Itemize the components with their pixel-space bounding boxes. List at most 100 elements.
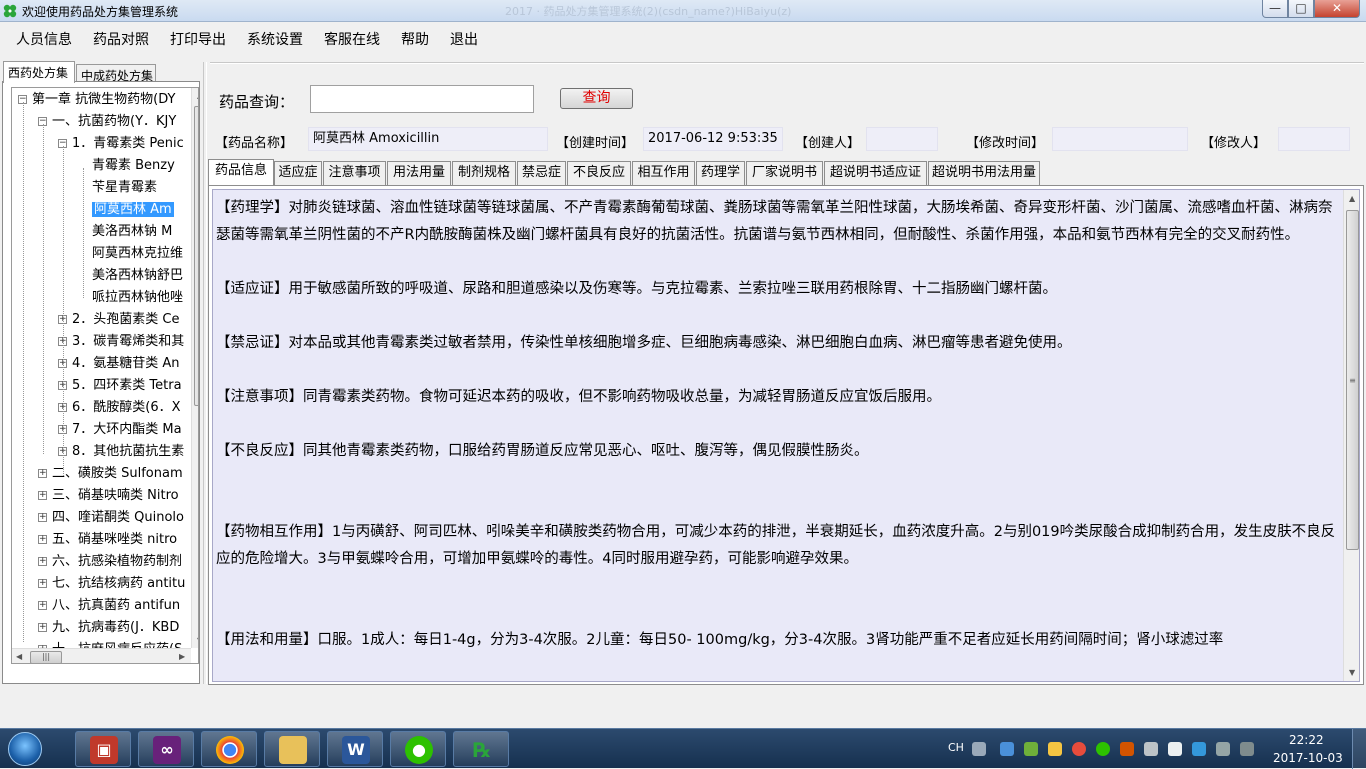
tree-node[interactable]: +2．头孢菌素类 Ce [58, 310, 179, 330]
content-vertical-scrollbar[interactable]: ▲ ≡ ▼ [1343, 190, 1359, 681]
tree-node[interactable]: + 八、抗真菌药 antifun [38, 596, 180, 616]
drug-tree[interactable]: − 第一章 抗微生物药物(DY − 一、抗菌药物(Y．KJY −1．青霉素类 Penic… [11, 87, 199, 664]
tree-node[interactable]: 美洛西林钠舒巴 [78, 266, 183, 286]
menu-customer-service[interactable]: 客服在线 [324, 29, 380, 49]
close-button[interactable]: ✕ [1314, 0, 1360, 18]
taskbar-wechat[interactable]: ● [390, 731, 446, 767]
menu-drug-compare[interactable]: 药品对照 [93, 29, 149, 49]
tree-node[interactable]: + 三、硝基呋喃类 Nitro [38, 486, 179, 506]
start-button[interactable] [8, 732, 42, 766]
tab-interactions[interactable]: 相互作用 [632, 161, 695, 185]
tree-node[interactable]: 阿莫西林克拉维 [78, 244, 183, 264]
wechat-tray-icon[interactable] [1096, 742, 1110, 756]
tab-contraindications[interactable]: 禁忌症 [517, 161, 566, 185]
menu-personnel[interactable]: 人员信息 [16, 29, 72, 49]
tab-off-label-dosage[interactable]: 超说明书用法用量 [928, 161, 1040, 185]
volume-icon[interactable] [1216, 742, 1230, 756]
tree-node[interactable]: +6．酰胺醇类(6．X [58, 398, 181, 418]
tree-horizontal-scrollbar[interactable]: ◀ ||| ▶ [12, 648, 191, 663]
tab-dosage[interactable]: 用法用量 [387, 161, 451, 185]
tree-horizontal-scroll-thumb[interactable]: ||| [30, 651, 62, 663]
tray-app-icon[interactable] [1240, 742, 1254, 756]
expand-icon[interactable]: + [38, 513, 47, 522]
content-scroll-up-icon[interactable]: ▲ [1349, 194, 1355, 203]
tab-adverse-reactions[interactable]: 不良反应 [567, 161, 631, 185]
tree-node[interactable]: +4．氨基糖苷类 An [58, 354, 180, 374]
taskbar-chrome[interactable] [201, 731, 257, 767]
clock-time[interactable]: 22:22 [1289, 733, 1324, 747]
tree-node[interactable]: + 九、抗病毒药(J．KBD [38, 618, 179, 638]
keyboard-icon[interactable] [972, 742, 986, 756]
taskbar-rx-app[interactable]: ℞ [453, 731, 509, 767]
tree-node[interactable]: +3．碳青霉烯类和其 [58, 332, 184, 352]
taskbar-toolbox[interactable]: ▣ [75, 731, 131, 767]
expand-icon[interactable]: + [38, 491, 47, 500]
taskbar-word[interactable]: W [327, 731, 383, 767]
tab-indications[interactable]: 适应症 [274, 161, 322, 185]
content-scroll-down-icon[interactable]: ▼ [1349, 668, 1355, 677]
scroll-right-icon[interactable]: ▶ [179, 652, 185, 661]
tray-app-icon[interactable] [1168, 742, 1182, 756]
expand-icon[interactable]: + [38, 579, 47, 588]
tree-node[interactable]: + 四、喹诺酮类 Quinolo [38, 508, 184, 528]
taskbar-file-explorer[interactable] [264, 731, 320, 767]
expand-icon[interactable]: + [38, 623, 47, 632]
tab-precautions[interactable]: 注意事项 [323, 161, 386, 185]
menu-help[interactable]: 帮助 [401, 29, 429, 49]
expand-icon[interactable]: + [38, 535, 47, 544]
clock-date[interactable]: 2017-10-03 [1273, 751, 1343, 765]
tree-node[interactable]: +5．四环素类 Tetra [58, 376, 182, 396]
minimize-button[interactable]: — [1262, 0, 1288, 18]
tree-node-selected[interactable]: 阿莫西林 Am [78, 200, 174, 220]
tree-node[interactable]: +8．其他抗菌抗生素 [58, 442, 184, 462]
tree-vertical-scroll-thumb[interactable] [194, 106, 198, 406]
tree-node[interactable]: + 五、硝基咪唑类 nitro [38, 530, 177, 550]
tray-app-icon[interactable] [1120, 742, 1134, 756]
tab-western-prescriptions[interactable]: 西药处方集 [3, 61, 75, 83]
tree-node[interactable]: 苄星青霉素 [78, 178, 157, 198]
menu-exit[interactable]: 退出 [450, 29, 478, 49]
tree-node[interactable]: − 第一章 抗微生物药物(DY [18, 90, 175, 110]
tab-off-label-indications[interactable]: 超说明书适应证 [824, 161, 927, 185]
expand-icon[interactable]: + [38, 469, 47, 478]
tab-pharmacology[interactable]: 药理学 [696, 161, 745, 185]
tray-app-icon[interactable] [1072, 742, 1086, 756]
tree-node[interactable]: +7．大环内酯类 Ma [58, 420, 182, 440]
expand-icon[interactable]: + [38, 557, 47, 566]
tab-chinese-prescriptions[interactable]: 中成药处方集 [76, 64, 156, 83]
language-indicator[interactable]: CH [948, 741, 964, 754]
query-button[interactable]: 查询 [560, 88, 633, 109]
tree-node[interactable]: 哌拉西林钠他唑 [78, 288, 183, 308]
tree-node[interactable]: 美洛西林钠 M [78, 222, 172, 242]
menu-print-export[interactable]: 打印导出 [170, 29, 226, 49]
drug-info-textbox[interactable]: 【药理学】对肺炎链球菌、溶血性链球菌等链球菌属、不产青霉素酶葡萄球菌、粪肠球菌等… [212, 189, 1360, 682]
taskbar-visual-studio[interactable]: ∞ [138, 731, 194, 767]
tree-node[interactable]: + 二、磺胺类 Sulfonam [38, 464, 183, 484]
maximize-button[interactable]: □ [1288, 0, 1314, 18]
tree-node-label: 七、抗结核病药 antitu [52, 576, 186, 591]
scroll-down-icon[interactable]: ▼ [197, 636, 198, 645]
tab-drug-info[interactable]: 药品信息 [208, 159, 274, 185]
show-desktop-button[interactable] [1352, 729, 1366, 769]
tray-app-icon[interactable] [1048, 742, 1062, 756]
scroll-left-icon[interactable]: ◀ [16, 652, 22, 661]
tree-node[interactable]: + 七、抗结核病药 antitu [38, 574, 185, 594]
tree-node[interactable]: 青霉素 Benzy [78, 156, 175, 176]
drug-query-input[interactable] [310, 85, 534, 113]
tree-node[interactable]: + 六、抗感染植物药制剂 [38, 552, 182, 572]
network-icon[interactable] [1144, 742, 1158, 756]
tree-node[interactable]: −1．青霉素类 Penic [58, 134, 184, 154]
tray-app-icon[interactable] [1024, 742, 1038, 756]
tree-vertical-scrollbar[interactable]: ▲ ▼ [191, 88, 198, 648]
tab-manufacturer-leaflet[interactable]: 厂家说明书 [746, 161, 823, 185]
expand-icon[interactable]: + [38, 601, 47, 610]
tree-node[interactable]: − 一、抗菌药物(Y．KJY [38, 112, 176, 132]
scroll-up-icon[interactable]: ▲ [197, 91, 198, 100]
panel-splitter[interactable] [203, 62, 207, 684]
menu-system-settings[interactable]: 系统设置 [247, 29, 303, 49]
content-vertical-scroll-thumb[interactable]: ≡ [1346, 210, 1359, 550]
tab-formulation[interactable]: 制剂规格 [452, 161, 516, 185]
tray-app-icon[interactable] [1000, 742, 1014, 756]
tray-app-icon[interactable] [1192, 742, 1206, 756]
modifier-value [1278, 127, 1350, 151]
